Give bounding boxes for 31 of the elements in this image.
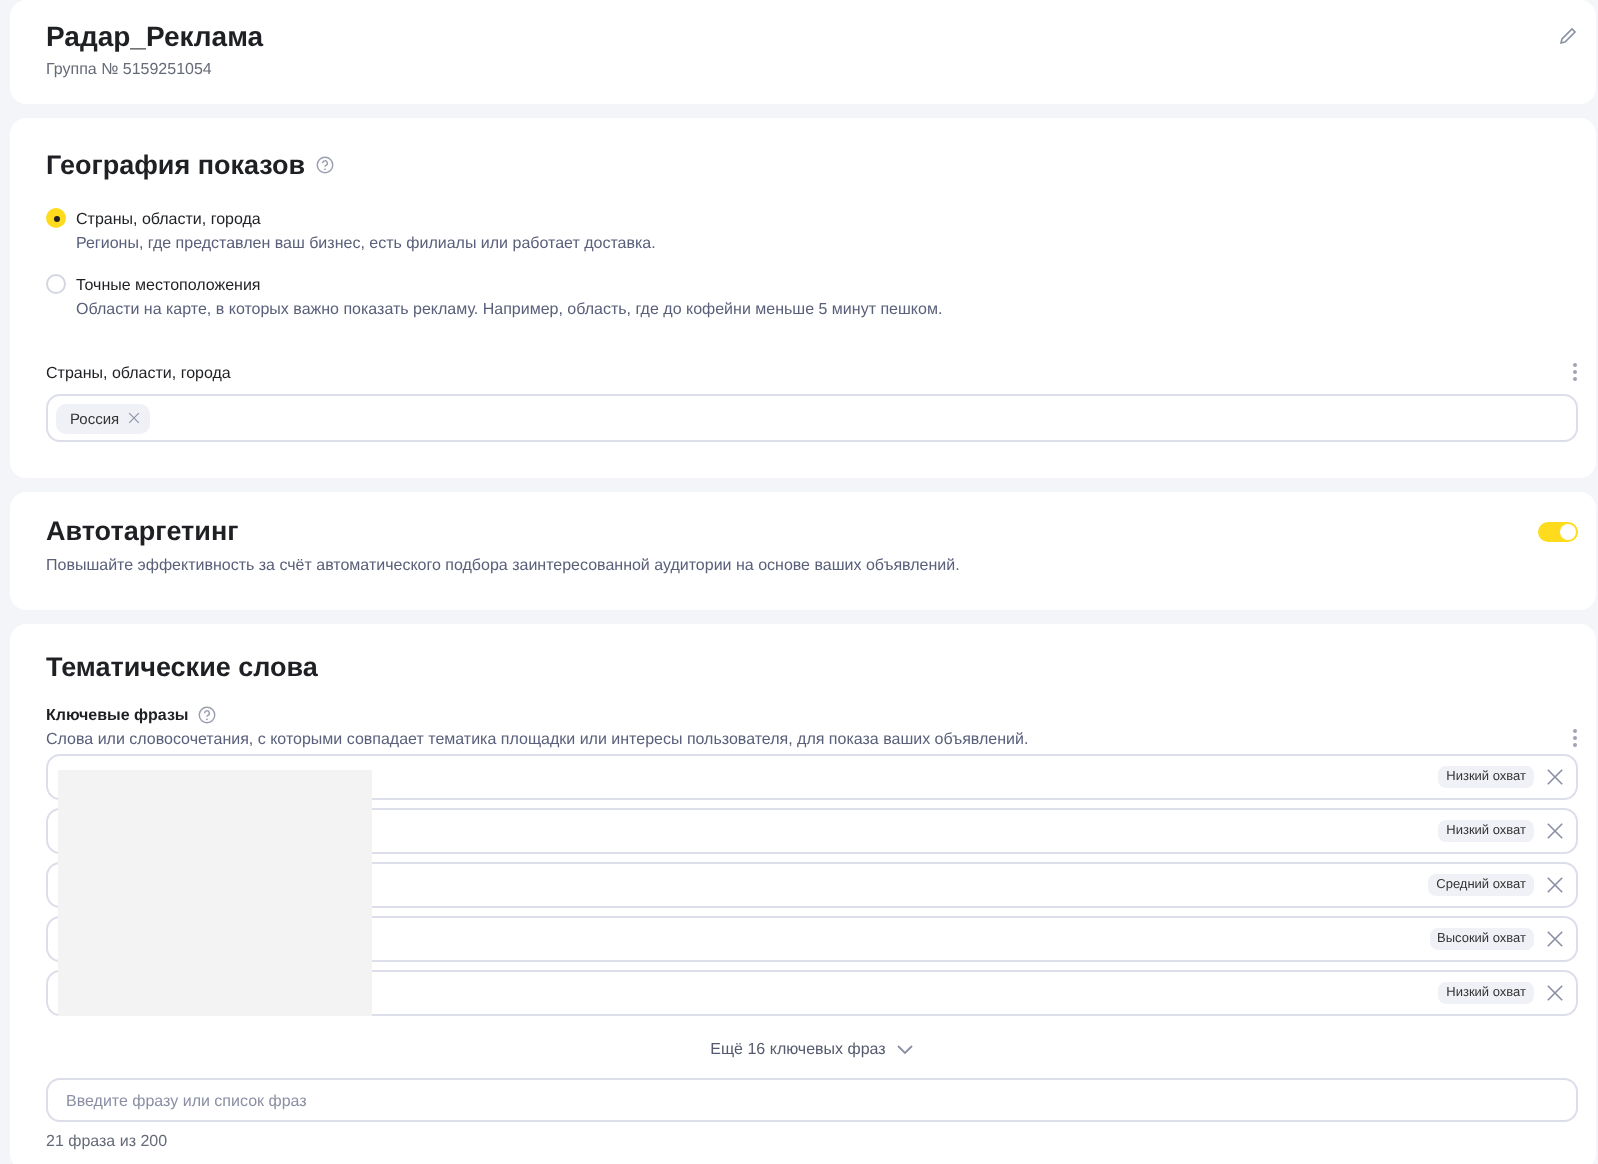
help-icon[interactable] (315, 156, 334, 174)
group-title: Радар_Реклама (46, 20, 264, 52)
option-description: Области на карте, в которых важно показать рекламу. Например, область, где до кофейни меньше 5 минут пешком. (76, 300, 943, 318)
section-description: Повышайте эффективность за счёт автоматического подбора заинтересованной аудитории на основе ваших объявлений. (46, 556, 962, 574)
remove-icon[interactable] (127, 412, 140, 424)
remove-icon[interactable] (1546, 984, 1564, 1002)
chevron-down-icon (895, 1043, 914, 1055)
remove-icon[interactable] (1546, 930, 1564, 948)
phrase-input[interactable]: Введите фразу или список фраз (46, 1078, 1578, 1122)
option-label: Страны, области, города (76, 210, 263, 228)
remove-icon[interactable] (1546, 822, 1564, 840)
help-icon[interactable] (198, 706, 217, 724)
section-title: География показов (46, 150, 306, 180)
phrase-counter: 21 фраза из 200 (46, 1132, 170, 1150)
more-options-icon[interactable] (1572, 728, 1578, 748)
show-more-link[interactable]: Ещё 16 ключевых фраз (710, 1040, 914, 1058)
pencil-icon[interactable] (1558, 26, 1578, 46)
field-label: Ключевые фразы (46, 706, 189, 724)
group-number: Группа № 5159251054 (46, 60, 214, 78)
radio-button[interactable] (46, 274, 66, 294)
remove-icon[interactable] (1546, 768, 1564, 786)
field-label: Страны, области, города (46, 363, 231, 381)
radio-button[interactable] (46, 208, 66, 228)
toggle-switch[interactable] (1538, 521, 1578, 541)
remove-icon[interactable] (1546, 876, 1564, 894)
section-title: Автотаргетинг (46, 516, 239, 546)
section-title: Тематические слова (46, 652, 320, 682)
field-description: Слова или словосочетания, с которыми совпадает тематика площадки или интересы пользователя, для показа ваших объявлений. (46, 729, 1029, 747)
more-options-icon[interactable] (1572, 362, 1578, 382)
option-label: Точные местоположения (76, 276, 263, 294)
option-description: Регионы, где представлен ваш бизнес, есть филиалы или работает доставка. (76, 234, 656, 252)
